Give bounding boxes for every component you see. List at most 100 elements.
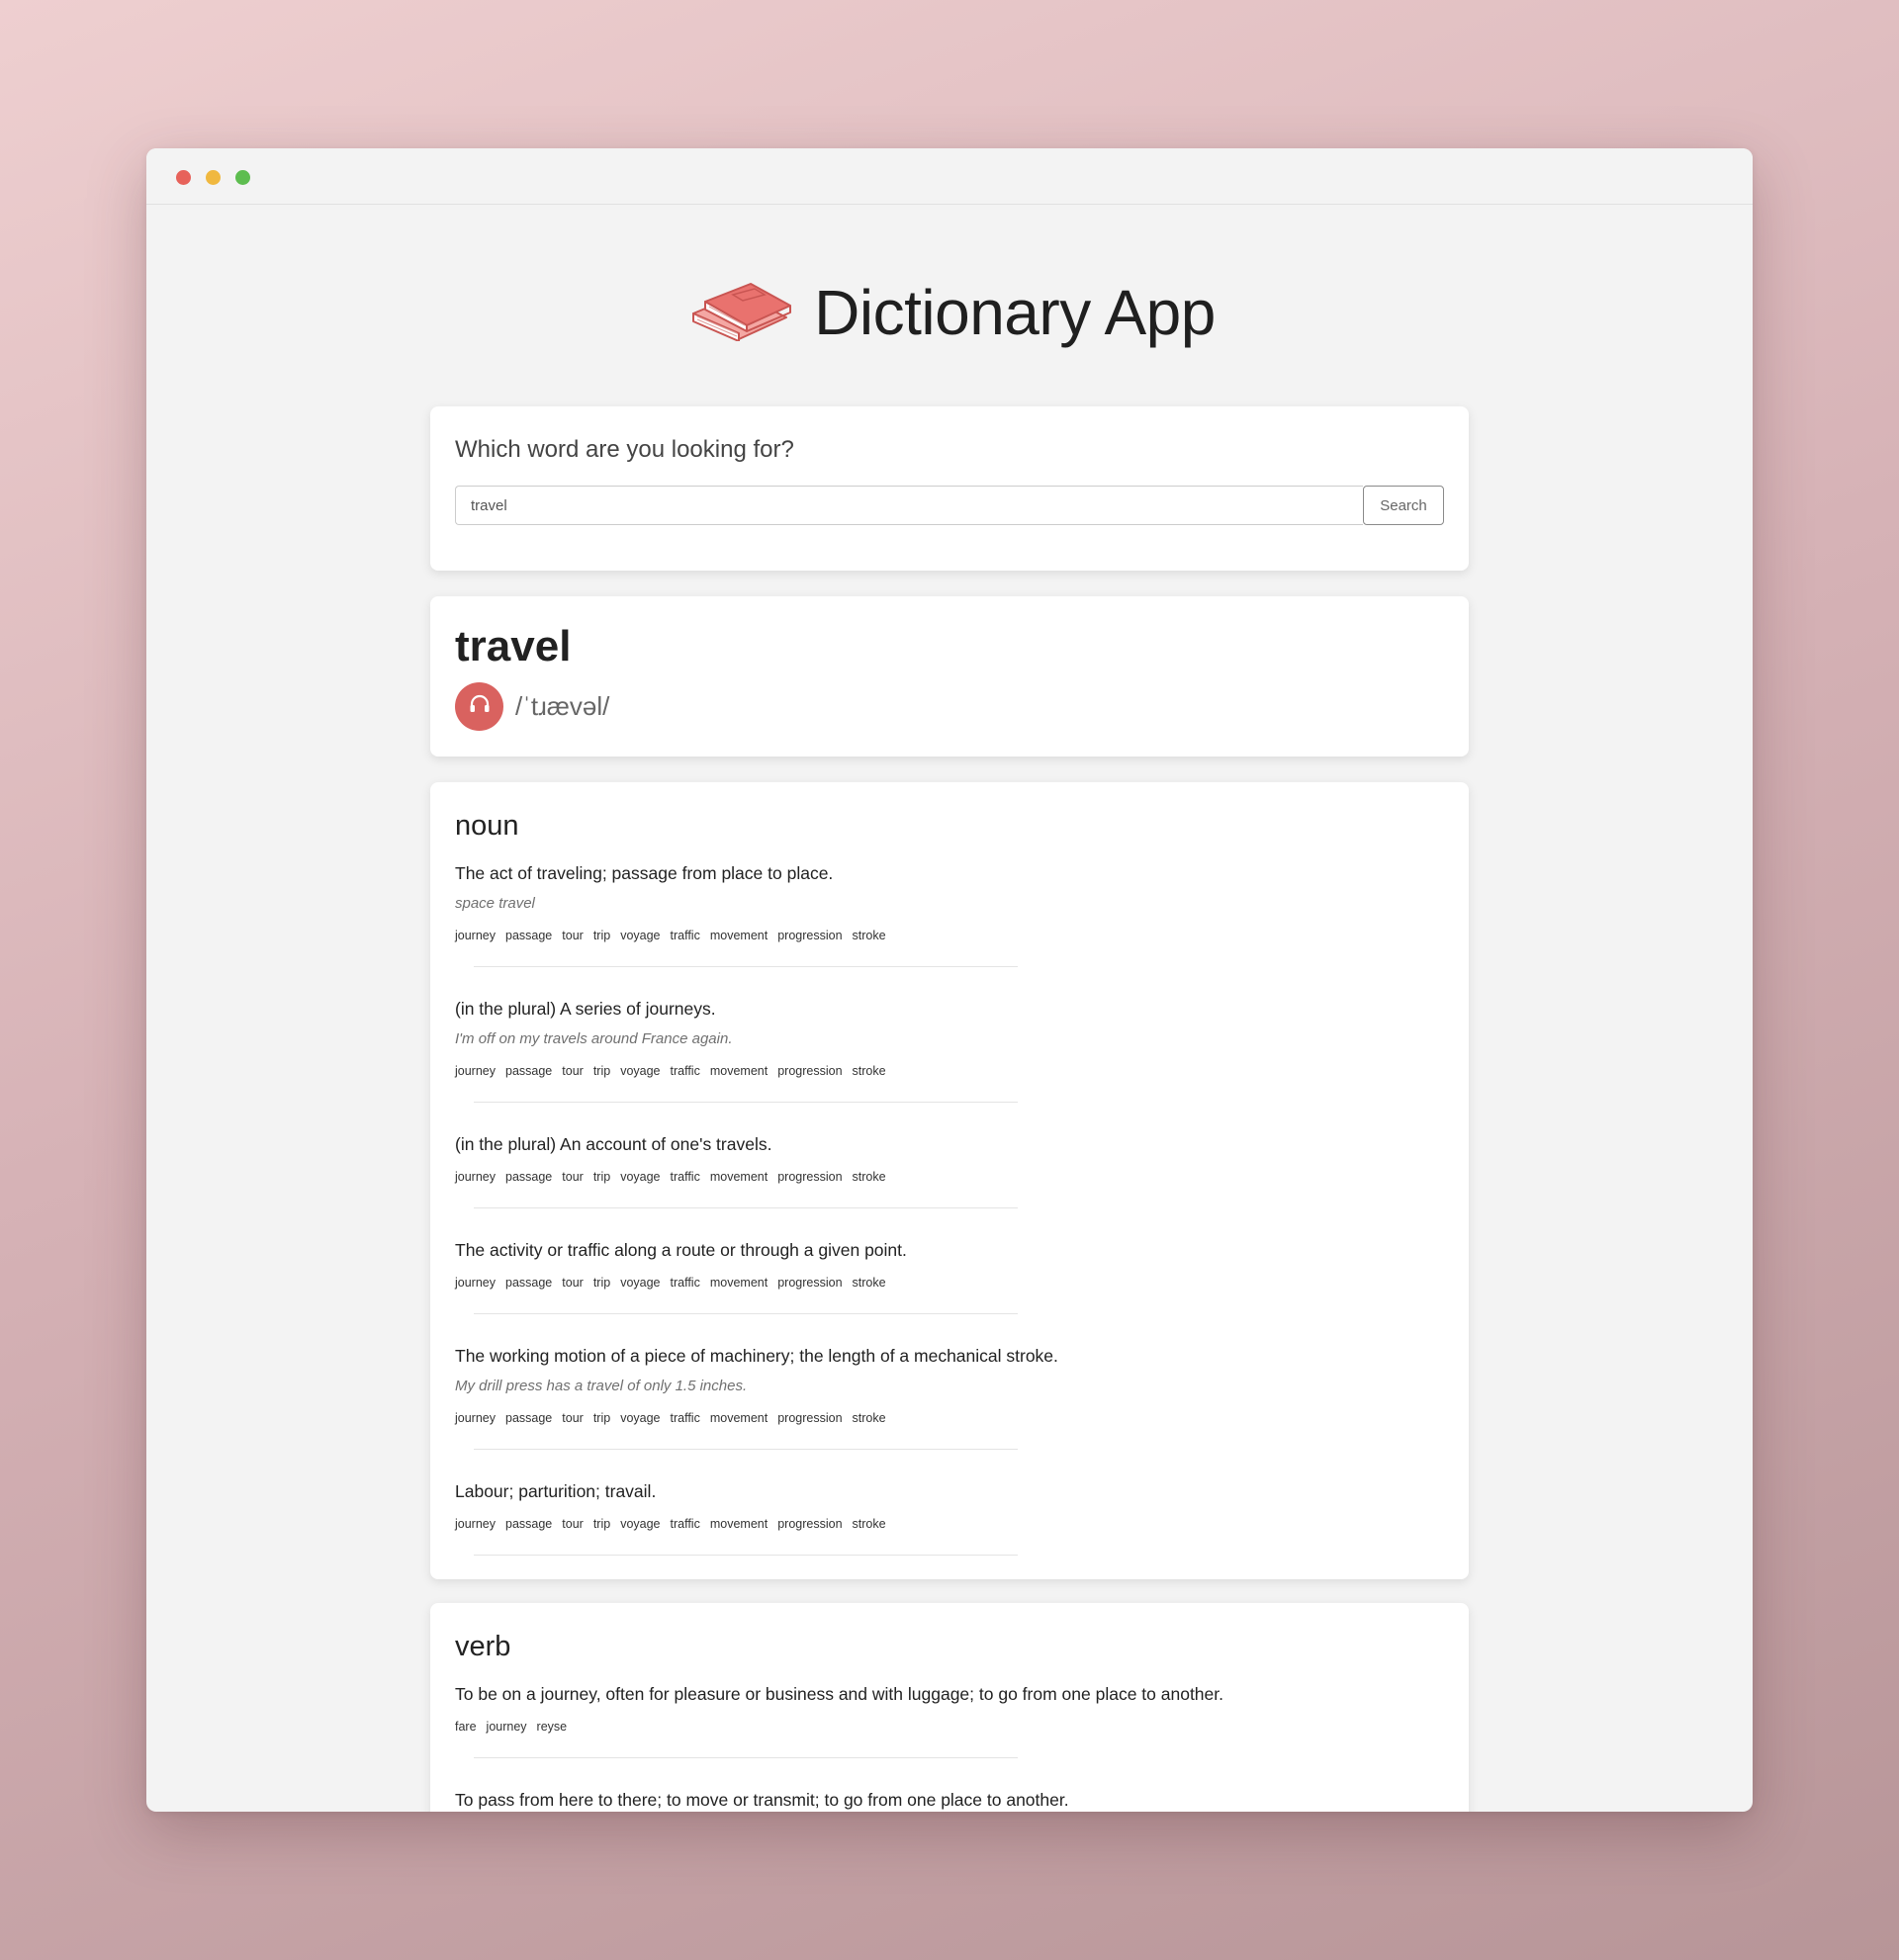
synonym-link[interactable]: passage	[505, 1276, 552, 1290]
phonetic-text: /ˈtɹævəl/	[515, 691, 610, 721]
synonym-link[interactable]: movement	[710, 929, 768, 942]
synonym-link[interactable]: traffic	[671, 1064, 700, 1078]
search-form: Search	[455, 486, 1444, 525]
definition-divider	[474, 1102, 1018, 1103]
synonym-link[interactable]: voyage	[620, 1411, 660, 1425]
synonym-link[interactable]: tour	[562, 1170, 584, 1184]
search-button[interactable]: Search	[1363, 486, 1444, 525]
synonym-link[interactable]: voyage	[620, 1276, 660, 1290]
synonym-link[interactable]: traffic	[671, 929, 700, 942]
synonym-link[interactable]: voyage	[620, 929, 660, 942]
synonym-link[interactable]: reyse	[537, 1720, 568, 1734]
synonym-link[interactable]: stroke	[853, 929, 886, 942]
synonyms-list: journey passage tour trip voyage traffic movem…	[455, 1275, 1444, 1291]
definition-divider	[474, 1555, 1018, 1556]
synonym-link[interactable]: trip	[593, 1276, 610, 1290]
definition-item: The activity or traffic along a route or…	[455, 1239, 1444, 1314]
definitions-list: To be on a journey, often for pleasure o…	[455, 1683, 1444, 1812]
synonyms-list: journey passage tour trip voyage traffic movem…	[455, 1516, 1444, 1532]
minimize-window-button[interactable]	[206, 170, 221, 185]
synonym-link[interactable]: voyage	[620, 1064, 660, 1078]
synonym-link[interactable]: progression	[777, 1170, 842, 1184]
synonym-link[interactable]: passage	[505, 1517, 552, 1531]
synonym-link[interactable]: stroke	[853, 1517, 886, 1531]
synonym-link[interactable]: trip	[593, 929, 610, 942]
synonym-link[interactable]: progression	[777, 929, 842, 942]
synonym-link[interactable]: journey	[455, 1170, 496, 1184]
play-audio-button[interactable]	[455, 682, 503, 731]
synonym-link[interactable]: tour	[562, 929, 584, 942]
maximize-window-button[interactable]	[235, 170, 250, 185]
synonym-link[interactable]: progression	[777, 1276, 842, 1290]
definition-item: The working motion of a piece of machine…	[455, 1345, 1444, 1450]
synonym-link[interactable]: voyage	[620, 1517, 660, 1531]
synonym-link[interactable]: tour	[562, 1064, 584, 1078]
synonym-link[interactable]: stroke	[853, 1170, 886, 1184]
title-bar	[146, 148, 1753, 205]
synonym-link[interactable]: journey	[455, 1411, 496, 1425]
synonym-link[interactable]: stroke	[853, 1064, 886, 1078]
definition-text: To pass from here to there; to move or t…	[455, 1790, 1069, 1810]
synonym-link[interactable]: trip	[593, 1411, 610, 1425]
search-input[interactable]	[455, 486, 1363, 525]
meaning-card-noun: noun The act of traveling; passage from …	[430, 782, 1469, 1579]
synonyms-list: journey passage tour trip voyage traffic movem…	[455, 1410, 1444, 1426]
synonym-link[interactable]: trip	[593, 1170, 610, 1184]
meaning-card-verb: verb To be on a journey, often for pleas…	[430, 1603, 1469, 1812]
app-content: Dictionary App Which word are you lookin…	[146, 205, 1753, 1812]
synonym-link[interactable]: trip	[593, 1064, 610, 1078]
synonym-link[interactable]: tour	[562, 1517, 584, 1531]
close-window-button[interactable]	[176, 170, 191, 185]
definition-divider	[474, 1313, 1018, 1314]
synonym-link[interactable]: traffic	[671, 1517, 700, 1531]
definition-text: To be on a journey, often for pleasure o…	[455, 1684, 1223, 1704]
part-of-speech-heading: noun	[455, 810, 519, 842]
definition-example: My drill press has a travel of only 1.5 …	[455, 1378, 748, 1394]
search-card: Which word are you looking for? Search	[430, 406, 1469, 571]
part-of-speech-heading: verb	[455, 1631, 511, 1662]
synonym-link[interactable]: progression	[777, 1411, 842, 1425]
synonym-link[interactable]: passage	[505, 1170, 552, 1184]
synonym-link[interactable]: progression	[777, 1517, 842, 1531]
definition-item: Labour; parturition; travail. journey pass…	[455, 1480, 1444, 1556]
synonym-link[interactable]: passage	[505, 1411, 552, 1425]
word-title: travel	[455, 622, 572, 670]
synonym-link[interactable]: fare	[455, 1720, 477, 1734]
synonym-link[interactable]: movement	[710, 1411, 768, 1425]
app-window: Dictionary App Which word are you lookin…	[146, 148, 1753, 1812]
synonym-link[interactable]: movement	[710, 1064, 768, 1078]
definition-text: Labour; parturition; travail.	[455, 1481, 657, 1501]
synonym-link[interactable]: stroke	[853, 1411, 886, 1425]
synonym-link[interactable]: voyage	[620, 1170, 660, 1184]
definition-text: (in the plural) A series of journeys.	[455, 999, 716, 1019]
synonym-link[interactable]: tour	[562, 1276, 584, 1290]
synonyms-list: journey passage tour trip voyage traffic movem…	[455, 1063, 1444, 1079]
definition-divider	[474, 966, 1018, 967]
synonym-link[interactable]: movement	[710, 1276, 768, 1290]
app-title: Dictionary App	[814, 277, 1216, 348]
synonym-link[interactable]: stroke	[853, 1276, 886, 1290]
headphones-icon	[469, 694, 491, 719]
synonym-link[interactable]: journey	[487, 1720, 527, 1734]
synonym-link[interactable]: tour	[562, 1411, 584, 1425]
synonym-link[interactable]: traffic	[671, 1276, 700, 1290]
definition-text: The activity or traffic along a route or…	[455, 1240, 907, 1260]
synonym-link[interactable]: journey	[455, 1276, 496, 1290]
synonym-link[interactable]: traffic	[671, 1170, 700, 1184]
synonym-link[interactable]: movement	[710, 1517, 768, 1531]
synonym-link[interactable]: traffic	[671, 1411, 700, 1425]
synonym-link[interactable]: progression	[777, 1064, 842, 1078]
synonym-link[interactable]: passage	[505, 1064, 552, 1078]
synonyms-list: journey passage tour trip voyage traffic movem…	[455, 1169, 1444, 1185]
definition-item: (in the plural) An account of one's trav…	[455, 1133, 1444, 1208]
synonym-link[interactable]: trip	[593, 1517, 610, 1531]
word-card: travel /ˈtɹævəl/	[430, 596, 1469, 757]
synonym-link[interactable]: journey	[455, 1517, 496, 1531]
synonym-link[interactable]: movement	[710, 1170, 768, 1184]
definition-text: (in the plural) An account of one's trav…	[455, 1134, 772, 1154]
synonym-link[interactable]: journey	[455, 929, 496, 942]
definition-example: I'm off on my travels around France agai…	[455, 1030, 733, 1047]
synonym-link[interactable]: passage	[505, 929, 552, 942]
synonyms-list: journey passage tour trip voyage traffic movem…	[455, 928, 1444, 943]
synonym-link[interactable]: journey	[455, 1064, 496, 1078]
